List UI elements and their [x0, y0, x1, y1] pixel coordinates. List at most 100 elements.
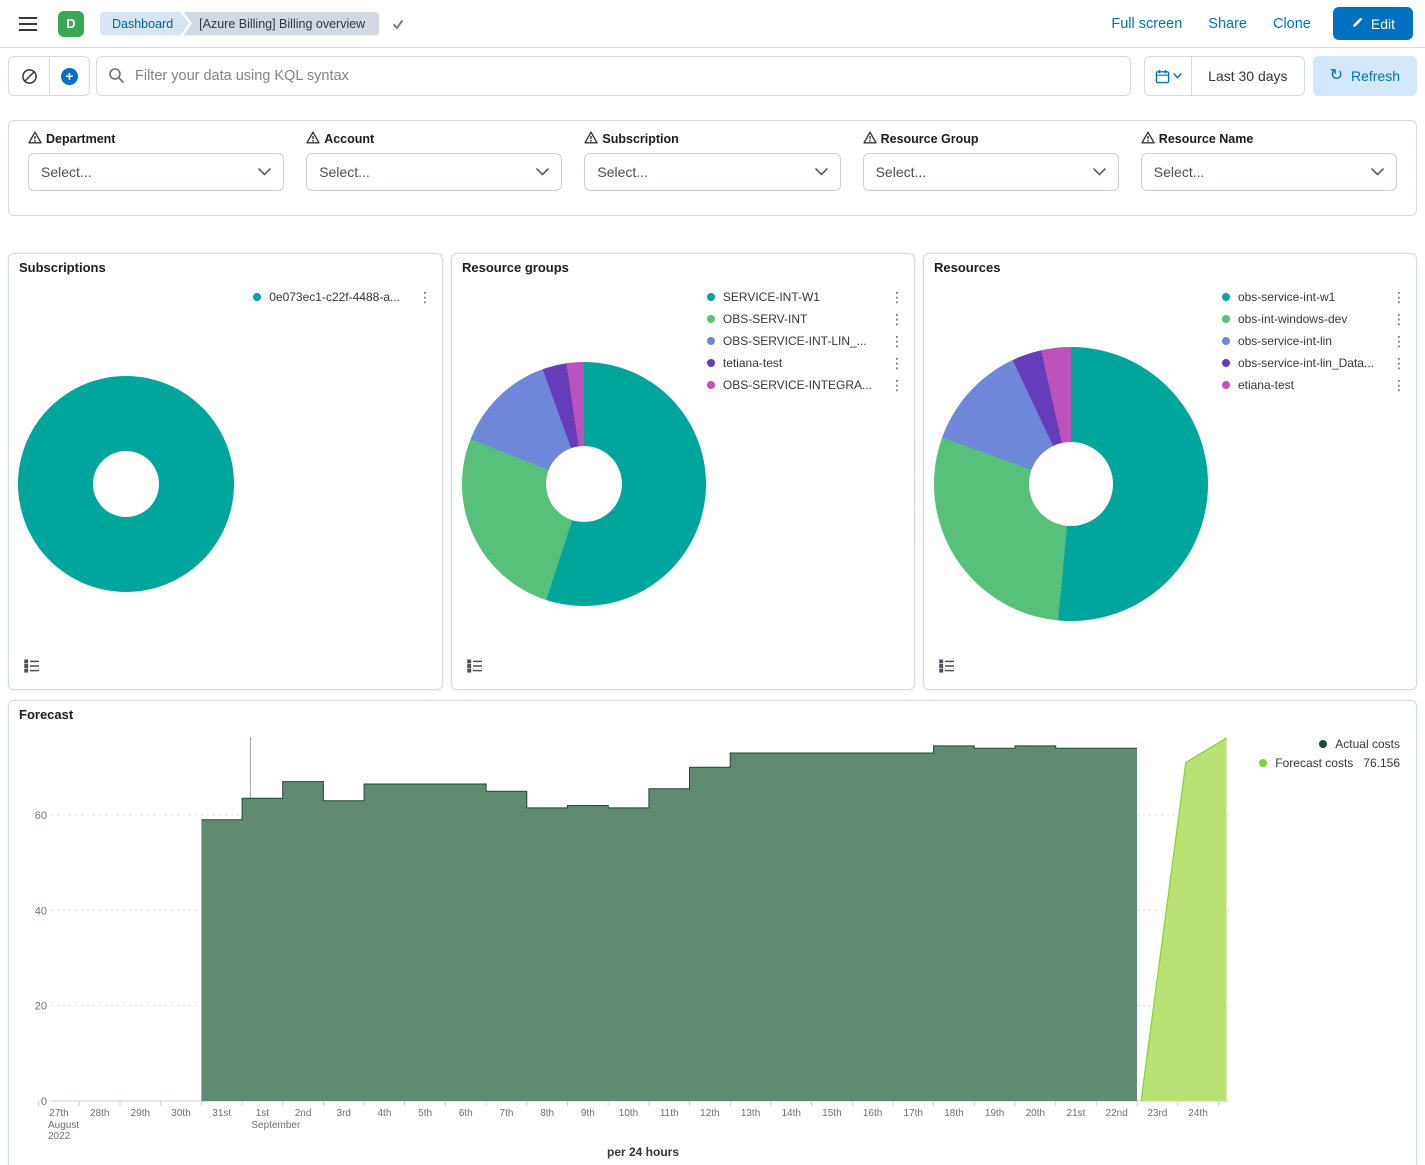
legend-item-value: 76.156	[1363, 756, 1400, 770]
subscription-select[interactable]: Select...	[584, 153, 840, 191]
breadcrumb-current[interactable]: [Azure Billing] Billing overview	[183, 12, 379, 36]
kebab-menu-icon[interactable]: ⋮	[1374, 378, 1406, 392]
kebab-menu-icon[interactable]: ⋮	[872, 356, 904, 370]
legend-item-label[interactable]: SERVICE-INT-W1	[723, 290, 820, 304]
kebab-menu-icon[interactable]: ⋮	[872, 334, 904, 348]
check-icon	[389, 15, 407, 33]
legend-item[interactable]: obs-int-windows-dev ⋮	[1222, 308, 1406, 330]
search-icon	[108, 67, 125, 89]
resource-name-select[interactable]: Select...	[1141, 153, 1397, 191]
legend-item-label[interactable]: tetiana-test	[723, 356, 782, 370]
x-axis-label: 5th	[418, 1108, 432, 1119]
time-range-value[interactable]: Last 30 days	[1191, 57, 1303, 95]
clone-link[interactable]: Clone	[1273, 16, 1311, 32]
kebab-menu-icon[interactable]: ⋮	[400, 290, 432, 304]
x-axis-label: 15th	[822, 1108, 841, 1119]
legend-item[interactable]: OBS-SERVICE-INTEGRA...⋮	[707, 374, 904, 396]
donut-chart[interactable]	[18, 376, 234, 592]
kebab-menu-icon[interactable]: ⋮	[872, 290, 904, 304]
y-axis-label: 60	[35, 810, 47, 822]
panel-forecast: Forecast 020406027th28th29th30th31st1st2…	[8, 700, 1417, 1165]
legend-item-label[interactable]: etiana-test	[1238, 378, 1294, 392]
legend-item-label[interactable]: obs-service-int-w1	[1238, 290, 1335, 304]
share-link[interactable]: Share	[1208, 16, 1247, 32]
legend-item-label[interactable]: OBS-SERV-INT	[723, 312, 807, 326]
panel-title: Resource groups	[452, 254, 914, 281]
donut-chart[interactable]	[462, 362, 706, 606]
department-select[interactable]: Select...	[28, 153, 284, 191]
legend-toggle-icon[interactable]	[934, 653, 960, 679]
legend-color-dot	[707, 293, 715, 301]
x-axis-label: 29th	[131, 1108, 150, 1119]
add-filter-icon[interactable]: +	[49, 57, 89, 95]
calendar-icon[interactable]	[1145, 57, 1191, 95]
legend-color-dot	[1319, 740, 1327, 748]
y-axis-label: 0	[41, 1096, 47, 1108]
legend-item-label[interactable]: OBS-SERVICE-INT-LIN_...	[723, 334, 867, 348]
kebab-menu-icon[interactable]: ⋮	[1374, 334, 1406, 348]
x-axis-label: 18th	[944, 1108, 963, 1119]
legend-item-label[interactable]: OBS-SERVICE-INTEGRA...	[723, 378, 872, 392]
legend-item[interactable]: tetiana-test ⋮	[707, 352, 904, 374]
breadcrumb-dashboard[interactable]: Dashboard	[100, 12, 189, 36]
legend-item-label[interactable]: obs-int-windows-dev	[1238, 312, 1347, 326]
legend-item[interactable]: Forecast costs 76.156	[1259, 756, 1400, 770]
kebab-menu-icon[interactable]: ⋮	[1374, 356, 1406, 370]
warning-icon	[584, 131, 598, 147]
legend-item[interactable]: 0e073ec1-c22f-4488-a...⋮	[253, 286, 432, 308]
menu-icon[interactable]	[12, 8, 44, 40]
kebab-menu-icon[interactable]: ⋮	[872, 378, 904, 392]
panel-title: Subscriptions	[9, 254, 442, 281]
legend-item[interactable]: Actual costs	[1259, 737, 1400, 751]
warning-icon	[28, 131, 42, 147]
donut-chart[interactable]	[934, 347, 1208, 621]
forecast-chart[interactable]: 020406027th28th29th30th31st1st2nd3rd4th5…	[9, 701, 1416, 1157]
legend-item[interactable]: obs-service-int-lin ⋮	[1222, 330, 1406, 352]
donut-legend: 0e073ec1-c22f-4488-a...⋮	[253, 286, 432, 308]
control-resource-name: Resource Name Select...	[1141, 130, 1397, 191]
x-axis-label: 27th	[49, 1108, 68, 1119]
chevron-down-icon	[1173, 73, 1182, 79]
account-select[interactable]: Select...	[306, 153, 562, 191]
legend-item[interactable]: obs-service-int-lin_Data...⋮	[1222, 352, 1406, 374]
panel-resource-groups: Resource groups SERVICE-INT-W1⋮OBS-SERV-…	[451, 253, 915, 690]
x-axis-label: 7th	[500, 1108, 514, 1119]
legend-item-label[interactable]: obs-service-int-lin	[1238, 334, 1332, 348]
x-axis-label: 24th	[1188, 1108, 1207, 1119]
x-axis-label: 3rd	[337, 1108, 351, 1119]
disable-filters-icon[interactable]	[9, 57, 49, 95]
legend-item[interactable]: obs-service-int-w1 ⋮	[1222, 286, 1406, 308]
legend-item[interactable]: OBS-SERVICE-INT-LIN_... ⋮	[707, 330, 904, 352]
donut-legend: SERVICE-INT-W1⋮OBS-SERV-INT⋮OBS-SERVICE-…	[707, 286, 904, 396]
legend-item-label[interactable]: 0e073ec1-c22f-4488-a...	[269, 290, 400, 304]
dashboard-app: D Dashboard [Azure Billing] Billing over…	[0, 0, 1425, 1165]
x-axis-label: 4th	[377, 1108, 391, 1119]
chevron-down-icon	[258, 168, 271, 176]
legend-item[interactable]: etiana-test ⋮	[1222, 374, 1406, 396]
chevron-down-icon	[1371, 168, 1384, 176]
x-axis-label: 22nd	[1106, 1108, 1128, 1119]
kebab-menu-icon[interactable]: ⋮	[1374, 290, 1406, 304]
donut-hole	[93, 451, 159, 517]
resource-group-select[interactable]: Select...	[863, 153, 1119, 191]
search-input[interactable]	[96, 56, 1131, 96]
kebab-menu-icon[interactable]: ⋮	[872, 312, 904, 326]
panel-title: Resources	[924, 254, 1416, 281]
space-avatar[interactable]: D	[58, 11, 84, 37]
legend-toggle-icon[interactable]	[462, 653, 488, 679]
legend-toggle-icon[interactable]	[19, 653, 45, 679]
control-subscription: Subscription Select...	[584, 130, 840, 191]
query-bar: + Last 30 days ↻ Refresh	[8, 56, 1417, 96]
x-axis-label: 13th	[741, 1108, 760, 1119]
legend-item[interactable]: SERVICE-INT-W1 ⋮	[707, 286, 904, 308]
y-axis-label: 40	[35, 905, 47, 917]
legend-item-label[interactable]: obs-service-int-lin_Data...	[1238, 356, 1374, 370]
x-axis-label: 6th	[459, 1108, 473, 1119]
refresh-button[interactable]: ↻ Refresh	[1313, 56, 1417, 96]
edit-button[interactable]: Edit	[1333, 7, 1413, 40]
kebab-menu-icon[interactable]: ⋮	[1374, 312, 1406, 326]
actual-costs-area	[201, 746, 1137, 1101]
legend-item[interactable]: OBS-SERV-INT ⋮	[707, 308, 904, 330]
full-screen-link[interactable]: Full screen	[1111, 16, 1182, 32]
control-account: Account Select...	[306, 130, 562, 191]
